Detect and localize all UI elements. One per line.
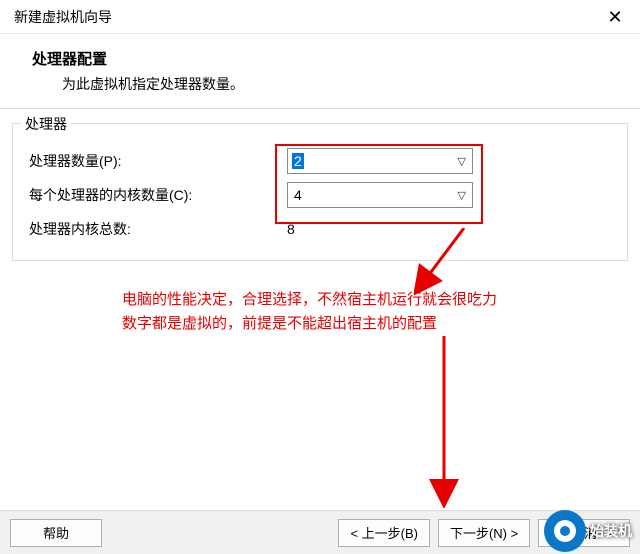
button-bar: 帮助 < 上一步(B) 下一步(N) > 取消 [0, 510, 640, 554]
cores-per-processor-value: 4 [292, 187, 304, 203]
page-heading: 处理器配置 [32, 48, 612, 69]
cores-per-processor-label: 每个处理器的内核数量(C): [29, 185, 287, 205]
row-processor-count: 处理器数量(P): 2 ▽ [13, 144, 627, 178]
close-icon[interactable]: ✕ [600, 0, 630, 34]
row-cores-per-processor: 每个处理器的内核数量(C): 4 ▽ [13, 178, 627, 212]
processor-count-value: 2 [292, 153, 304, 169]
processor-count-label: 处理器数量(P): [29, 151, 287, 171]
processor-count-dropdown[interactable]: 2 ▽ [287, 148, 473, 174]
chevron-down-icon: ▽ [458, 155, 466, 168]
group-label: 处理器 [21, 114, 71, 134]
row-total-cores: 处理器内核总数: 8 [13, 212, 627, 246]
titlebar: 新建虚拟机向导 ✕ [0, 0, 640, 34]
help-button[interactable]: 帮助 [10, 519, 102, 547]
annotation-line-1: 电脑的性能决定，合理选择，不然宿主机运行就会很吃力 [122, 288, 497, 312]
total-cores-label: 处理器内核总数: [29, 219, 287, 239]
back-button[interactable]: < 上一步(B) [338, 519, 430, 547]
cancel-button[interactable]: 取消 [538, 519, 630, 547]
annotation-line-2: 数字都是虚拟的，前提是不能超出宿主机的配置 [122, 312, 497, 336]
wizard-header: 处理器配置 为此虚拟机指定处理器数量。 [0, 34, 640, 109]
chevron-down-icon: ▽ [458, 189, 466, 202]
annotation-text: 电脑的性能决定，合理选择，不然宿主机运行就会很吃力 数字都是虚拟的，前提是不能超… [122, 288, 497, 336]
total-cores-value: 8 [287, 221, 295, 237]
processor-group: 处理器 处理器数量(P): 2 ▽ 每个处理器的内核数量(C): 4 ▽ 处理器… [12, 123, 628, 261]
window-title: 新建虚拟机向导 [14, 7, 112, 27]
page-subheading: 为此虚拟机指定处理器数量。 [62, 74, 612, 94]
cores-per-processor-dropdown[interactable]: 4 ▽ [287, 182, 473, 208]
arrow-annotation [414, 228, 494, 508]
next-button[interactable]: 下一步(N) > [438, 519, 530, 547]
